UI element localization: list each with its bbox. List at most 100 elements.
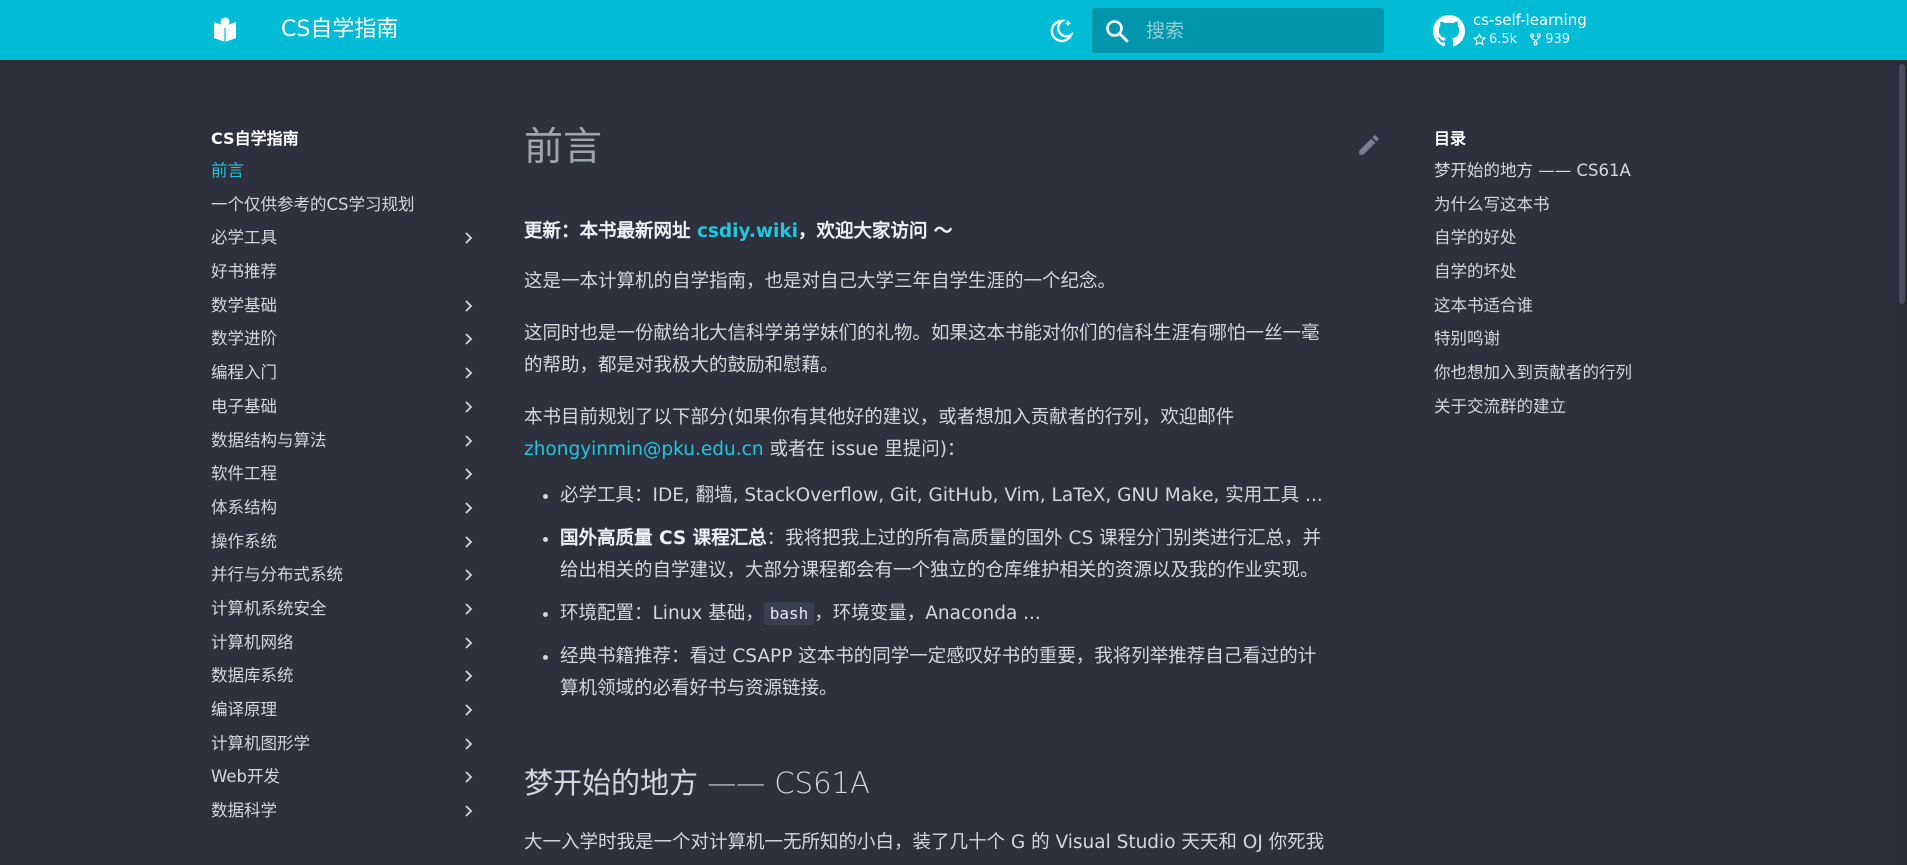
plan-list: 必学工具：IDE, 翻墙, StackOverflow, Git, GitHub…	[524, 480, 1384, 705]
sidebar-item-label: 编译原理	[211, 700, 277, 719]
chevron-right-icon[interactable]	[460, 466, 476, 482]
sidebar-item[interactable]: 数据科学	[211, 794, 476, 828]
top-header: CS自学指南 cs-self-learning 6.5k 939	[0, 0, 1907, 60]
chevron-right-icon[interactable]	[460, 803, 476, 819]
sidebar-item-label: 好书推荐	[211, 262, 277, 282]
page-scrollbar[interactable]	[1897, 60, 1907, 865]
nav-list: 前言一个仅供参考的CS学习规划必学工具好书推荐数学基础数学进阶编程入门电子基础数…	[211, 154, 476, 828]
sidebar-item-label: 软件工程	[211, 464, 277, 484]
chevron-right-icon[interactable]	[460, 298, 476, 314]
github-icon	[1433, 15, 1465, 47]
sidebar-item[interactable]: 数据结构与算法	[211, 424, 476, 458]
chevron-right-icon[interactable]	[460, 331, 476, 347]
chevron-right-icon[interactable]	[460, 365, 476, 381]
sidebar-item-label: 数学基础	[211, 295, 277, 315]
sidebar-item-label: 数学进阶	[211, 329, 277, 349]
sidebar-item[interactable]: 体系结构	[211, 491, 476, 525]
list-item: 必学工具：IDE, 翻墙, StackOverflow, Git, GitHub…	[560, 480, 1384, 512]
sidebar-item[interactable]: 计算机图形学	[211, 727, 476, 761]
sidebar-item-label: 数据结构与算法	[211, 430, 327, 450]
repo-stats: 6.5k 939	[1473, 32, 1570, 47]
intro-paragraph: 这是一本计算机的自学指南，也是对自己大学三年自学生涯的一个纪念。	[524, 271, 1117, 292]
sidebar-item[interactable]: 操作系统	[211, 525, 476, 559]
toc-title: 目录	[1434, 129, 1467, 148]
sidebar-item[interactable]: 计算机网络	[211, 626, 476, 660]
sidebar-item-label: Web开发	[211, 767, 280, 787]
toc-item[interactable]: 特别鸣谢	[1434, 322, 1694, 356]
chevron-right-icon[interactable]	[460, 769, 476, 785]
sidebar-item-label: 电子基础	[211, 396, 277, 416]
list-item: 国外高质量 CS 课程汇总：我将把我上过的所有高质量的国外 CS 课程分门别类进…	[560, 523, 1384, 587]
sidebar-item[interactable]: 计算机系统安全	[211, 592, 476, 626]
sidebar-item[interactable]: 编译原理	[211, 693, 476, 727]
toc-item[interactable]: 梦开始的地方 —— CS61A	[1434, 154, 1694, 188]
chevron-right-icon[interactable]	[460, 635, 476, 651]
site-title[interactable]: CS自学指南	[281, 16, 398, 44]
chevron-right-icon[interactable]	[460, 230, 476, 246]
chevron-right-icon[interactable]	[460, 399, 476, 415]
toc-item[interactable]: 你也想加入到贡献者的行列	[1434, 356, 1694, 390]
chevron-right-icon[interactable]	[460, 736, 476, 752]
sidebar-item[interactable]: 并行与分布式系统	[211, 558, 476, 592]
toc-item[interactable]: 为什么写这本书	[1434, 188, 1694, 222]
nav-title: CS自学指南	[211, 129, 299, 148]
sidebar-item[interactable]: 编程入门	[211, 356, 476, 390]
chevron-right-icon[interactable]	[460, 433, 476, 449]
sidebar-item[interactable]: Web开发	[211, 760, 476, 794]
scrollbar-thumb[interactable]	[1899, 64, 1905, 304]
toc-item[interactable]: 这本书适合谁	[1434, 289, 1694, 323]
fork-icon	[1530, 33, 1541, 46]
repo-name: cs-self-learning	[1473, 11, 1587, 29]
book-logo-icon[interactable]	[211, 16, 239, 44]
email-link[interactable]: zhongyinmin@pku.edu.cn	[524, 439, 764, 460]
dark-mode-toggle-icon[interactable]	[1046, 16, 1076, 46]
search-input[interactable]	[1144, 8, 1376, 53]
list-item: 环境配置：Linux 基础，bash，环境变量，Anaconda ...	[560, 598, 1384, 630]
chevron-right-icon[interactable]	[460, 702, 476, 718]
sidebar-item-label: 并行与分布式系统	[211, 565, 343, 585]
csdiy-wiki-link[interactable]: csdiy.wiki	[697, 221, 798, 242]
stars-count: 6.5k	[1473, 32, 1517, 47]
sidebar-item-label: 体系结构	[211, 497, 277, 517]
sidebar-item-label: 计算机网络	[211, 632, 294, 652]
sidebar-item-label: 计算机系统安全	[211, 598, 327, 618]
search-icon	[1106, 20, 1129, 43]
sidebar-item-label: 数据科学	[211, 801, 277, 821]
toc-item[interactable]: 自学的坏处	[1434, 255, 1694, 289]
sidebar-item[interactable]: 一个仅供参考的CS学习规划	[211, 188, 476, 222]
sidebar-item-label: 前言	[211, 161, 244, 180]
sidebar-item[interactable]: 数学进阶	[211, 322, 476, 356]
sidebar-item[interactable]: 前言	[211, 154, 476, 188]
sidebar-item[interactable]: 电子基础	[211, 390, 476, 424]
search-box[interactable]	[1092, 8, 1384, 53]
sidebar-item[interactable]: 数据库系统	[211, 659, 476, 693]
sidebar-item-label: 计算机图形学	[211, 733, 310, 753]
section-heading: 梦开始的地方 —— CS61A	[524, 766, 870, 800]
edit-pencil-icon[interactable]	[1356, 132, 1382, 158]
chevron-right-icon[interactable]	[460, 500, 476, 516]
chevron-right-icon[interactable]	[460, 668, 476, 684]
sidebar-item[interactable]: 必学工具	[211, 221, 476, 255]
sidebar-item[interactable]: 数学基础	[211, 289, 476, 323]
chevron-right-icon[interactable]	[460, 534, 476, 550]
star-icon	[1473, 33, 1486, 46]
chevron-right-icon[interactable]	[460, 567, 476, 583]
sidebar-item[interactable]: 好书推荐	[211, 255, 476, 289]
sidebar-item[interactable]: 软件工程	[211, 457, 476, 491]
sidebar-item-label: 数据库系统	[211, 666, 294, 686]
main-content: 前言 更新：本书最新网址 csdiy.wiki，欢迎大家访问 ～ 这是一本计算机…	[524, 118, 1384, 859]
sidebar-item-label: 必学工具	[211, 228, 277, 248]
chevron-right-icon[interactable]	[460, 601, 476, 617]
sidebar-item-label: 操作系统	[211, 531, 277, 551]
table-of-contents: 目录 梦开始的地方 —— CS61A 为什么写这本书 自学的好处 自学的坏处 这本书适合…	[1434, 124, 1694, 424]
forks-count: 939	[1529, 32, 1570, 47]
toc-item[interactable]: 自学的好处	[1434, 221, 1694, 255]
toc-list: 梦开始的地方 —— CS61A 为什么写这本书 自学的好处 自学的坏处 这本书适合谁 特别…	[1434, 154, 1694, 424]
page-title: 前言	[524, 125, 603, 170]
toc-item[interactable]: 关于交流群的建立	[1434, 390, 1694, 424]
plan-paragraph: 本书目前规划了以下部分(如果你有其他好的建议，或者想加入贡献者的行列，欢迎邮件 z…	[524, 407, 1235, 460]
inline-code: bash	[763, 602, 815, 625]
sidebar-nav: CS自学指南 前言一个仅供参考的CS学习规划必学工具好书推荐数学基础数学进阶编程…	[211, 124, 476, 828]
list-item: 经典书籍推荐：看过 CSAPP 这本书的同学一定感叹好书的重要，我将列举推荐自己…	[560, 641, 1384, 705]
cs61a-paragraph: 大一入学时我是一个对计算机一无所知的小白，装了几十个 G 的 Visual St…	[524, 832, 1325, 853]
